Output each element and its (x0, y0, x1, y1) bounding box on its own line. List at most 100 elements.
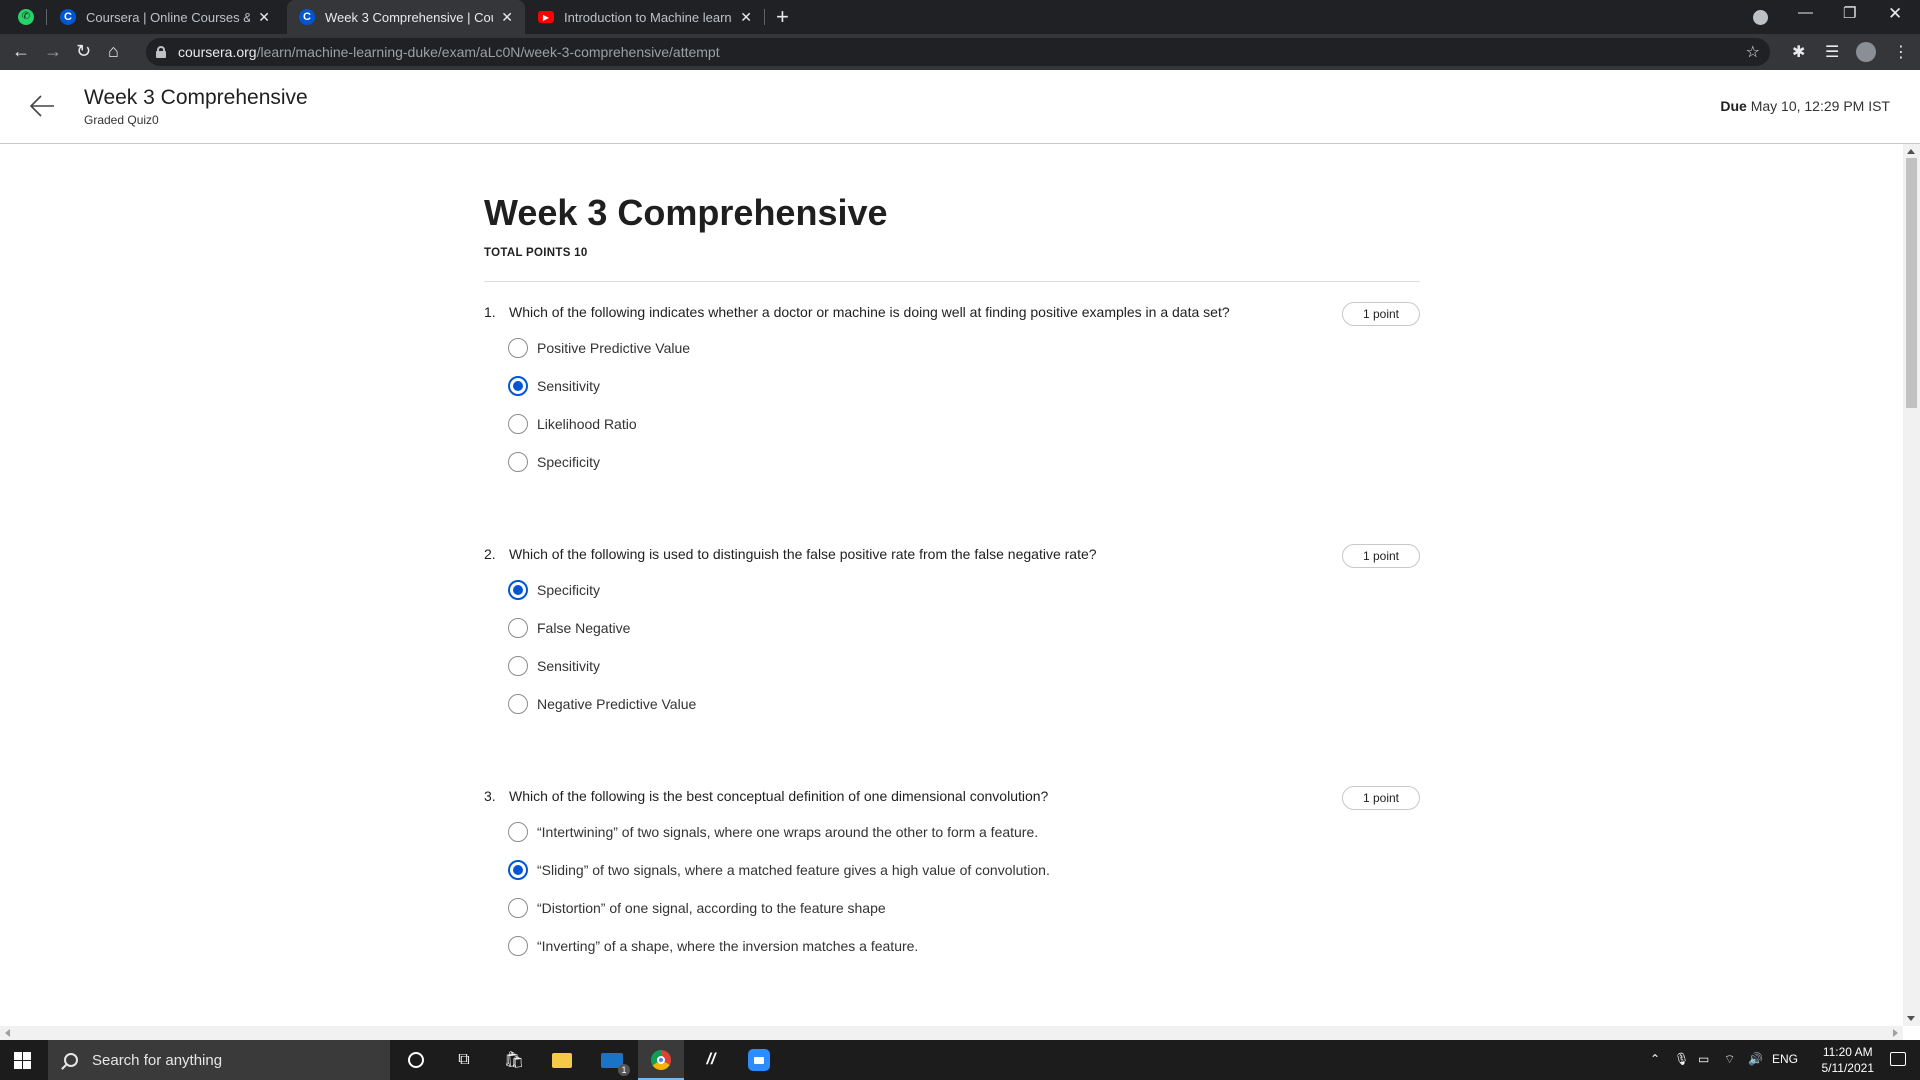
question-number: 1. (484, 304, 496, 320)
volume-icon[interactable]: 🔊 (1748, 1052, 1763, 1066)
back-button[interactable]: ← (12, 41, 30, 61)
option-label: Negative Predictive Value (537, 696, 697, 712)
radio-button[interactable] (508, 414, 528, 434)
chrome-icon[interactable] (649, 1048, 673, 1072)
due-label: Due (1720, 98, 1747, 114)
task-view-icon[interactable]: ⧉ (452, 1048, 476, 1072)
quiz-header: Week 3 Comprehensive Graded Quiz0 Due Ma… (0, 70, 1920, 144)
clock-time: 11:20 AM (1822, 1045, 1873, 1059)
option-inverting[interactable]: “Inverting” of a shape, where the invers… (508, 934, 918, 958)
radio-button[interactable] (508, 822, 528, 842)
taskbar-search-input[interactable]: Search for anything (48, 1040, 390, 1080)
option-likelihood-ratio[interactable]: Likelihood Ratio (508, 412, 637, 436)
reload-button[interactable]: ↻ (76, 41, 91, 61)
radio-button[interactable] (508, 338, 528, 358)
notifications-icon[interactable] (1890, 1052, 1906, 1066)
option-specificity[interactable]: Specificity (508, 578, 600, 602)
tray-chevron-icon[interactable]: ⌃ (1650, 1052, 1660, 1066)
store-icon[interactable]: 🛍 (502, 1048, 526, 1072)
avatar[interactable] (1856, 42, 1876, 62)
mail-icon[interactable]: 1 (600, 1048, 630, 1076)
url-host: coursera.org (178, 44, 257, 60)
profile-dropdown-icon[interactable] (1753, 10, 1768, 25)
search-icon (64, 1053, 78, 1067)
header-subtitle: Graded Quiz0 (84, 113, 159, 127)
wifi-icon[interactable]: ⌔ (1724, 1052, 1735, 1067)
option-label: False Negative (537, 620, 631, 636)
option-sensitivity[interactable]: Sensitivity (508, 654, 600, 678)
youtube-icon: ▶ (538, 11, 554, 23)
browser-toolbar: ← → ↻ ⌂ coursera.org/learn/machine-learn… (0, 34, 1920, 70)
back-arrow-icon[interactable] (28, 92, 56, 120)
microphone-icon[interactable]: 🎙 (1674, 1052, 1689, 1066)
home-icon[interactable]: ⌂ (108, 41, 119, 61)
windows-start-icon[interactable] (14, 1052, 31, 1069)
radio-button-selected[interactable] (508, 860, 528, 880)
tab-title: Introduction to Machine learning (564, 9, 733, 25)
tab-title: Week 3 Comprehensive | Coursera (325, 9, 493, 25)
language-indicator[interactable]: ENG (1772, 1052, 1798, 1066)
battery-icon[interactable]: ▭ (1698, 1052, 1709, 1066)
tab-week3-quiz[interactable]: C Week 3 Comprehensive | Coursera ✕ (287, 0, 525, 34)
radio-button-selected[interactable] (508, 376, 528, 396)
address-bar[interactable]: coursera.org/learn/machine-learning-duke… (146, 38, 1770, 66)
scrollbar-thumb[interactable] (1906, 158, 1917, 408)
reading-list-icon[interactable]: ☰ (1825, 42, 1839, 62)
horizontal-scrollbar[interactable] (0, 1026, 1903, 1040)
option-false-negative[interactable]: False Negative (508, 616, 630, 640)
option-label: “Intertwining” of two signals, where one… (537, 824, 1039, 840)
close-icon[interactable]: ✕ (258, 9, 270, 26)
option-positive-predictive-value[interactable]: Positive Predictive Value (508, 336, 690, 360)
new-tab-button[interactable]: + (776, 4, 789, 30)
lock-icon (156, 46, 166, 58)
zoom-icon[interactable] (747, 1048, 771, 1072)
close-icon[interactable]: ✕ (740, 9, 752, 26)
browser-tab-strip: ✆ C Coursera | Online Courses & Credenti… (0, 0, 1920, 34)
points-badge: 1 point (1342, 544, 1420, 568)
radio-button[interactable] (508, 936, 528, 956)
tab-youtube[interactable]: ▶ Introduction to Machine learning ✕ (526, 0, 764, 34)
option-distortion[interactable]: “Distortion” of one signal, according to… (508, 896, 886, 920)
app-icon[interactable]: // (699, 1048, 723, 1072)
menu-icon[interactable]: ⋮ (1893, 42, 1909, 62)
windows-taskbar: Search for anything ⧉ 🛍 1 // ⌃ 🎙 ▭ ⌔ 🔊 E… (0, 1040, 1920, 1080)
option-sensitivity[interactable]: Sensitivity (508, 374, 600, 398)
cortana-icon[interactable] (404, 1048, 428, 1072)
tab-title: Coursera | Online Courses & Credentials (86, 9, 250, 25)
close-icon[interactable]: ✕ (501, 9, 513, 26)
restore-button[interactable]: ❐ (1843, 4, 1856, 22)
whatsapp-icon[interactable]: ✆ (18, 9, 34, 25)
option-label: “Distortion” of one signal, according to… (537, 900, 886, 916)
scroll-left-icon[interactable] (5, 1029, 10, 1037)
close-window-button[interactable]: ✕ (1888, 4, 1902, 24)
points-badge: 1 point (1342, 302, 1420, 326)
clock-date: 5/11/2021 (1821, 1061, 1875, 1075)
vertical-scrollbar[interactable] (1903, 144, 1920, 1026)
option-intertwining[interactable]: “Intertwining” of two signals, where one… (508, 820, 1038, 844)
minimize-button[interactable]: — (1798, 4, 1813, 21)
forward-button[interactable]: → (44, 41, 62, 61)
radio-button[interactable] (508, 898, 528, 918)
total-points: TOTAL POINTS 10 (484, 247, 588, 259)
scroll-right-icon[interactable] (1893, 1029, 1898, 1037)
radio-button[interactable] (508, 618, 528, 638)
option-label: Specificity (537, 454, 601, 470)
mail-badge: 1 (618, 1064, 630, 1076)
option-specificity[interactable]: Specificity (508, 450, 600, 474)
taskbar-clock[interactable]: 11:20 AM 5/11/2021 (1822, 1044, 1875, 1076)
radio-button[interactable] (508, 694, 528, 714)
file-explorer-icon[interactable] (550, 1048, 574, 1072)
scroll-up-icon[interactable] (1907, 149, 1915, 154)
tab-separator (764, 9, 765, 25)
extensions-icon[interactable]: ✱ (1792, 42, 1805, 62)
option-negative-predictive-value[interactable]: Negative Predictive Value (508, 692, 696, 716)
radio-button[interactable] (508, 452, 528, 472)
radio-button[interactable] (508, 656, 528, 676)
scroll-down-icon[interactable] (1907, 1016, 1915, 1021)
radio-button-selected[interactable] (508, 580, 528, 600)
option-label: “Inverting” of a shape, where the invers… (537, 938, 919, 954)
question-number: 2. (484, 546, 496, 562)
tab-coursera-home[interactable]: C Coursera | Online Courses & Credential… (48, 0, 282, 34)
option-sliding[interactable]: “Sliding” of two signals, where a matche… (508, 858, 1050, 882)
bookmark-star-icon[interactable]: ☆ (1746, 42, 1760, 62)
